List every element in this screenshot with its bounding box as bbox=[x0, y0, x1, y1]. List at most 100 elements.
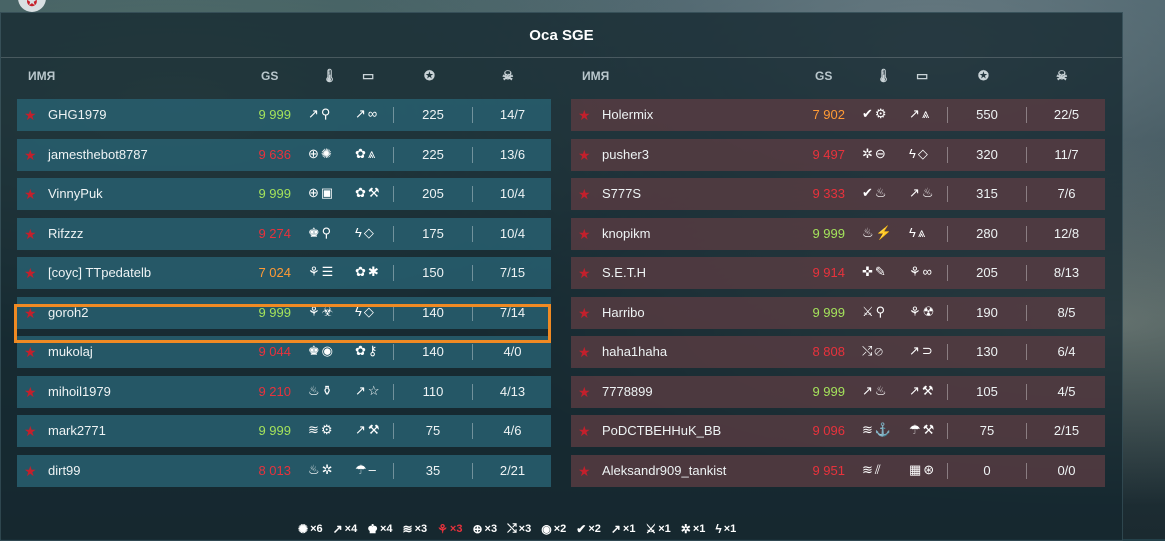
skull-icon: ☠ bbox=[1056, 68, 1068, 83]
player-kd: 10/4 bbox=[472, 225, 552, 242]
player-score: 105 bbox=[947, 383, 1026, 400]
rank-star-icon: ★ bbox=[578, 344, 591, 360]
player-row[interactable]: ★ jamesthebot8787 9 636 ⊕✺ ✿⩓ 225 13/6 bbox=[17, 138, 551, 171]
player-row[interactable]: ★ pusher3 9 497 ✲⊖ ϟ◇ 320 11/7 bbox=[571, 138, 1105, 171]
player-name: knopikm bbox=[602, 225, 651, 241]
rank-star-icon: ★ bbox=[24, 186, 37, 202]
supply-item: ϟ ×1 bbox=[715, 521, 736, 536]
supply-count: ×3 bbox=[518, 522, 532, 535]
supply-item: ◉ ×2 bbox=[541, 521, 566, 536]
supply-icon: ⚘ bbox=[437, 521, 448, 536]
supply-icon: ≋ bbox=[402, 521, 413, 536]
gear-score: 9 999 bbox=[258, 186, 291, 201]
player-row[interactable]: ★ knopikm 9 999 ♨⚡ ϟ⩓ 280 12/8 bbox=[571, 217, 1105, 250]
supply-count: ×6 bbox=[310, 522, 323, 535]
map-title: Оса SGE bbox=[1, 13, 1122, 58]
player-kd: 8/5 bbox=[1026, 304, 1106, 321]
gear-score: 9 210 bbox=[258, 383, 291, 399]
player-row[interactable]: ★ Holermix 7 902 ✔⚙ ↗⩓ 550 22/5 bbox=[571, 99, 1105, 131]
drone-supply-icons: ⊕✺ bbox=[308, 145, 334, 161]
player-row[interactable]: ★ goroh2 9 999 ⚘☣ ϟ◇ 140 7/14 bbox=[17, 296, 551, 329]
module-icons: ↗∞ bbox=[355, 106, 380, 121]
module-icons: ↗⩓ bbox=[909, 106, 932, 121]
gear-score: 9 333 bbox=[812, 186, 845, 201]
gear-score: 9 914 bbox=[812, 265, 845, 280]
player-kd: 10/4 bbox=[472, 186, 552, 202]
module-icons: ☂– bbox=[355, 461, 378, 477]
drone-supply-icons: ✜✎ bbox=[862, 264, 888, 279]
supply-item: ⊕ ×3 bbox=[472, 521, 497, 536]
rank-star-icon: ★ bbox=[24, 107, 37, 123]
player-name: VinnyPuk bbox=[48, 186, 103, 201]
player-score: 140 bbox=[393, 344, 472, 360]
rank-star-icon: ★ bbox=[24, 304, 37, 321]
rank-star-icon: ★ bbox=[24, 146, 37, 163]
player-kd: 4/6 bbox=[472, 423, 552, 439]
gear-score: 9 274 bbox=[258, 225, 291, 241]
supply-count: ×1 bbox=[692, 522, 706, 535]
player-row[interactable]: ★ Rifzzz 9 274 ♚⚲ ϟ◇ 175 10/4 bbox=[17, 217, 552, 250]
supply-item: ⚘ ×3 bbox=[437, 521, 462, 536]
module-icons: ✿⩓ bbox=[355, 145, 378, 161]
player-score: 225 bbox=[393, 146, 472, 163]
tank-icon: ▭ bbox=[362, 68, 375, 83]
player-row[interactable]: ★ haha1haha 8 808 ⤭⊘ ↗⊃ 130 6/4 bbox=[571, 336, 1105, 368]
player-row[interactable]: ★ 7778899 9 999 ↗♨ ↗⚒ 105 4/5 bbox=[571, 375, 1105, 408]
player-row[interactable]: ★ GHG1979 9 999 ↗⚲ ↗∞ 225 14/7 bbox=[17, 99, 551, 131]
gear-score: 9 999 bbox=[258, 107, 291, 122]
drone-supply-icons: ♨⚡ bbox=[862, 224, 894, 240]
supply-count: ×2 bbox=[553, 522, 567, 535]
module-icons: ↗☆ bbox=[355, 382, 382, 398]
player-kd: 6/4 bbox=[1026, 344, 1106, 360]
player-row[interactable]: ★ Harribo 9 999 ⚔⚲ ⚘☢ 190 8/5 bbox=[571, 296, 1106, 329]
player-name: goroh2 bbox=[48, 304, 89, 320]
module-icons: ▦⊛ bbox=[909, 461, 937, 477]
player-name: haha1haha bbox=[602, 344, 668, 359]
gear-score: 9 636 bbox=[258, 146, 291, 162]
supply-item: ⚔ ×1 bbox=[645, 521, 670, 536]
player-row[interactable]: ★ mihoil1979 9 210 ♨⚱ ↗☆ 110 4/13 bbox=[17, 375, 552, 408]
player-name: mukolaj bbox=[48, 344, 93, 359]
supply-icon: ⊕ bbox=[472, 521, 483, 536]
player-row[interactable]: ★ PoDCTBEHHuK_BB 9 096 ≋⚓ ☂⚒ 75 2/15 bbox=[571, 415, 1105, 447]
drone-supply-icons: ≋⚙ bbox=[308, 422, 335, 437]
module-icons: ↗⚒ bbox=[909, 382, 936, 398]
module-icons: ϟ◇ bbox=[909, 145, 930, 161]
player-name: GHG1979 bbox=[48, 107, 107, 122]
supply-count: ×4 bbox=[344, 522, 358, 535]
rank-star-icon: ★ bbox=[578, 265, 591, 281]
supply-item: ≋ ×3 bbox=[403, 521, 428, 536]
gear-score: 7 902 bbox=[812, 107, 845, 122]
player-name: Aleksandr909_tankist bbox=[602, 462, 727, 478]
header-name: ИМЯ bbox=[582, 69, 610, 83]
score-icon: ✪ bbox=[424, 68, 435, 83]
rank-star-icon: ★ bbox=[24, 225, 37, 242]
drone-supply-icons: ✲⊖ bbox=[862, 145, 888, 161]
player-name: mihoil1979 bbox=[48, 383, 111, 399]
player-row[interactable]: ★ mukolaj 9 044 ♚◉ ✿⚷ 140 4/0 bbox=[17, 336, 551, 368]
player-kd: 2/15 bbox=[1026, 423, 1106, 439]
drone-supply-icons: ✔⚙ bbox=[862, 106, 889, 121]
player-row[interactable]: ★ [coyc] TTpedatelb 7 024 ⚘☰ ✿✱ 150 7/15 bbox=[17, 257, 551, 289]
player-kd: 7/15 bbox=[472, 265, 552, 281]
player-name: S.E.T.H bbox=[602, 265, 647, 280]
player-row[interactable]: ★ VinnyPuk 9 999 ⊕▣ ✿⚒ 205 10/4 bbox=[17, 178, 551, 210]
player-name: Rifzzz bbox=[48, 225, 84, 241]
player-row[interactable]: ★ Aleksandr909_tankist 9 951 ≋⫽ ▦⊛ 0 0/0 bbox=[571, 454, 1105, 487]
player-score: 225 bbox=[393, 107, 472, 123]
player-row[interactable]: ★ dirt99 8 013 ♨✲ ☂– 35 2/21 bbox=[17, 454, 551, 487]
team-b-header: ИМЯ GS 🌡 ▭ ✪ ☠ bbox=[582, 65, 1116, 89]
player-row[interactable]: ★ S777S 9 333 ✔♨ ↗♨ 315 7/6 bbox=[571, 178, 1105, 210]
supply-item: ↗ ×4 bbox=[333, 521, 358, 536]
module-icons: ☂⚒ bbox=[909, 422, 937, 437]
gear-score: 8 808 bbox=[812, 344, 845, 359]
gear-score: 9 999 bbox=[812, 225, 845, 241]
drone-supply-icons: ↗⚲ bbox=[308, 106, 333, 121]
supply-item: ✺ ×6 bbox=[298, 521, 323, 536]
drone-supply-icons: ⚔⚲ bbox=[862, 303, 888, 319]
supply-icon: ↗ bbox=[332, 521, 343, 536]
player-row[interactable]: ★ mark2771 9 999 ≋⚙ ↗⚒ 75 4/6 bbox=[17, 415, 551, 447]
player-row[interactable]: ★ S.E.T.H 9 914 ✜✎ ⚘∞ 205 8/13 bbox=[571, 257, 1105, 289]
player-kd: 4/13 bbox=[472, 383, 552, 400]
supply-icon: ⤭ bbox=[507, 521, 517, 535]
